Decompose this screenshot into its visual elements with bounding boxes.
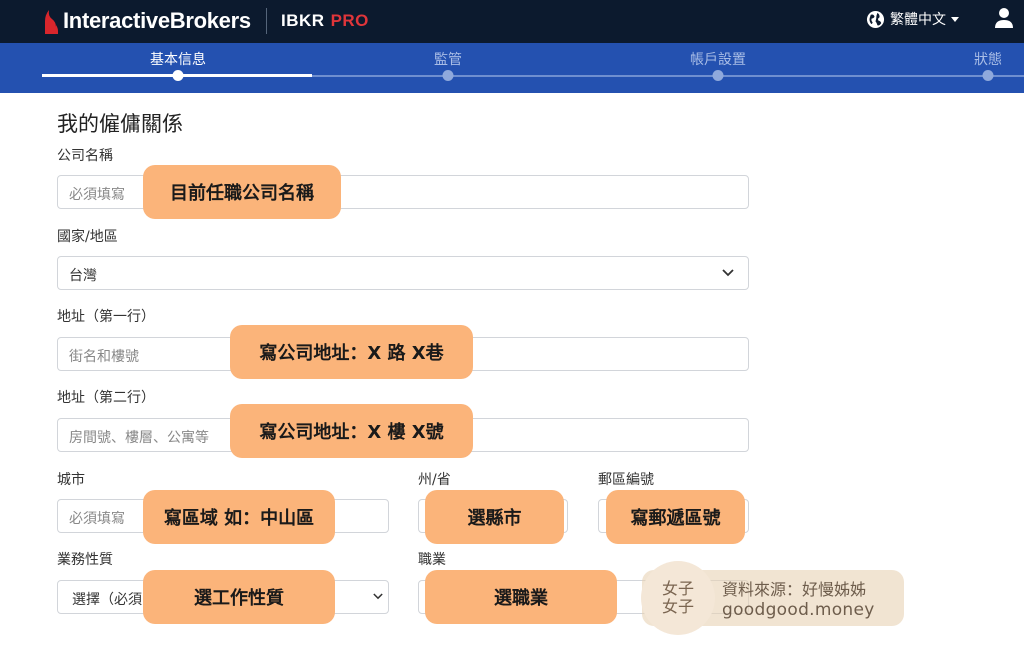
watermark-source: 資料來源：好慢姊姊	[722, 580, 867, 599]
address-line2-label: 地址（第二行）	[57, 390, 155, 406]
state-label: 州/省	[418, 472, 451, 488]
pro-tag: PRO	[330, 11, 369, 30]
step-status[interactable]: 狀態	[974, 49, 1002, 69]
step-dot-status	[982, 70, 994, 81]
step-account-settings[interactable]: 帳戶設置	[690, 49, 746, 69]
callout-occupation: 選職業	[425, 570, 617, 624]
occupation-label: 職業	[418, 552, 446, 568]
source-watermark: 女子 女子 資料來源：好慢姊姊 goodgood.money	[641, 561, 904, 635]
callout-business-nature: 選工作性質	[143, 570, 335, 624]
business-nature-label: 業務性質	[57, 552, 113, 568]
step-dot-account-settings	[712, 70, 724, 81]
product-name: IBKR PRO	[281, 11, 369, 30]
step-regulatory[interactable]: 監管	[434, 49, 462, 69]
user-icon[interactable]	[994, 7, 1014, 29]
step-dot-basic-info	[172, 70, 184, 81]
brand-logo[interactable]: InteractiveBrokers	[42, 6, 251, 36]
company-name-label: 公司名稱	[57, 148, 113, 164]
language-label: 繁體中文	[890, 12, 946, 28]
step-dot-regulatory	[442, 70, 454, 81]
callout-city: 寫區域 如：中山區	[143, 490, 335, 544]
language-selector[interactable]: 繁體中文	[866, 9, 959, 29]
callout-address-line2: 寫公司地址：X 樓 X號	[230, 404, 473, 458]
callout-address-line1: 寫公司地址：X 路 X巷	[230, 325, 473, 379]
watermark-site: goodgood.money	[722, 600, 875, 620]
chevron-down-icon	[722, 269, 734, 277]
step-basic-info[interactable]: 基本信息	[150, 49, 206, 69]
callout-company-name: 目前任職公司名稱	[143, 165, 341, 219]
callout-postal-code: 寫郵遞區號	[606, 490, 745, 544]
section-title: 我的僱傭關係	[57, 112, 183, 136]
flame-icon	[45, 10, 58, 34]
postal-code-label: 郵區編號	[598, 472, 654, 488]
country-select[interactable]: 台灣	[57, 256, 749, 290]
globe-icon	[866, 10, 885, 28]
brand-name: InteractiveBrokers	[63, 8, 251, 33]
address-line1-label: 地址（第一行）	[57, 309, 155, 325]
top-navbar: InteractiveBrokers IBKR PRO 繁體中文	[0, 0, 1024, 43]
progress-stepper: 基本信息 監管 帳戶設置 狀態	[0, 43, 1024, 93]
chevron-down-icon	[373, 593, 383, 600]
country-label: 國家/地區	[57, 229, 118, 245]
callout-state: 選縣市	[425, 490, 564, 544]
caret-down-icon	[951, 16, 959, 22]
header-divider	[266, 8, 267, 34]
city-label: 城市	[57, 472, 85, 488]
watermark-logo: 女子 女子	[641, 561, 715, 635]
